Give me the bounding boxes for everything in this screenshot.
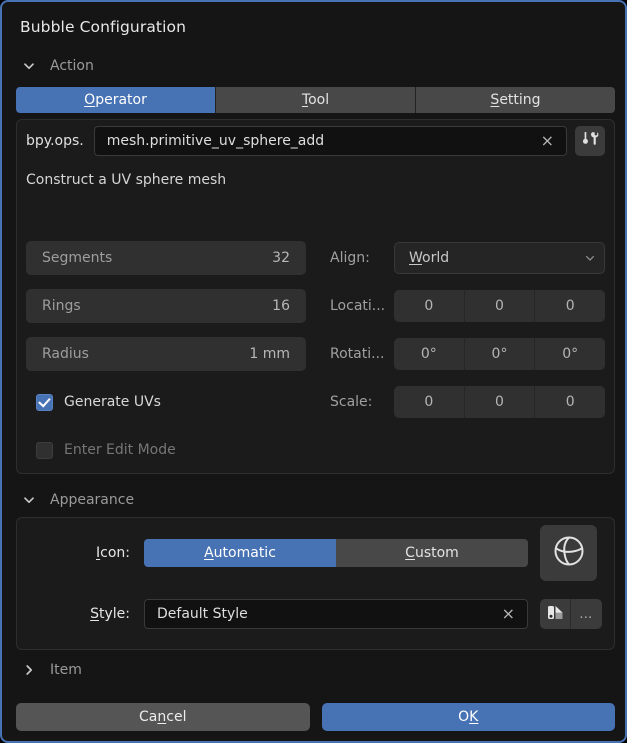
segments-slider[interactable]: Segments 32	[26, 241, 306, 275]
field-rotation: Rotati... 0° 0° 0°	[322, 330, 605, 378]
section-header-action-label: Action	[50, 58, 94, 74]
icon-label: Icon:	[96, 545, 130, 561]
rotation-triplet: 0° 0° 0°	[394, 338, 605, 370]
location-x[interactable]: 0	[394, 290, 465, 322]
field-align: Align: World	[322, 234, 605, 282]
tab-tool-label: Tool	[301, 92, 330, 108]
enter-edit-mode-checkbox-row[interactable]: Enter Edit Mode	[26, 433, 306, 467]
operator-name-value: mesh.primitive_uv_sphere_add	[106, 133, 325, 149]
generate-uvs-label: Generate UVs	[64, 394, 161, 410]
ok-button-label: OK	[458, 709, 479, 725]
field-generate-uvs: Generate UVs	[26, 378, 306, 426]
align-label: Align:	[330, 250, 370, 266]
icon-row: Icon: Automatic Custom	[26, 525, 605, 581]
operator-left-column: Segments 32 Rings 16 Radius 1 mm Generat…	[26, 234, 306, 474]
operator-tool-settings-button[interactable]	[575, 126, 605, 156]
field-rings: Rings 16	[26, 282, 306, 330]
generate-uvs-checkbox[interactable]	[36, 393, 53, 411]
chevron-down-icon	[16, 493, 42, 507]
scale-label: Scale:	[330, 394, 373, 410]
operator-right-column: Align: World Locati... 0 0 0 Rotati... 0…	[322, 234, 605, 426]
cancel-button-label: Cancel	[139, 709, 187, 725]
style-label: Style:	[90, 606, 130, 622]
cancel-button[interactable]: Cancel	[16, 703, 310, 731]
scale-z[interactable]: 0	[535, 386, 605, 418]
tab-operator-label: Operator	[84, 92, 147, 108]
section-header-appearance[interactable]: Appearance	[16, 489, 134, 511]
icon-mode-toggle: Automatic Custom	[144, 539, 528, 567]
icon-mode-custom[interactable]: Custom	[336, 539, 528, 567]
scale-x[interactable]: 0	[394, 386, 465, 418]
radius-slider[interactable]: Radius 1 mm	[26, 337, 306, 371]
generate-uvs-checkbox-row[interactable]: Generate UVs	[26, 385, 306, 419]
section-header-item-label: Item	[50, 662, 82, 678]
rotation-y[interactable]: 0°	[464, 338, 536, 370]
dialog-title: Bubble Configuration	[20, 18, 187, 36]
field-radius: Radius 1 mm	[26, 330, 306, 378]
field-location: Locati... 0 0 0	[322, 282, 605, 330]
radius-label: Radius	[42, 346, 89, 362]
rotation-z[interactable]: 0°	[535, 338, 605, 370]
style-input[interactable]: Default Style ×	[144, 599, 528, 629]
field-scale: Scale: 0 0 0	[322, 378, 605, 426]
operator-prefix-label: bpy.ops.	[26, 133, 84, 149]
chevron-down-icon	[16, 59, 42, 73]
rings-label: Rings	[42, 298, 81, 314]
location-y[interactable]: 0	[464, 290, 536, 322]
action-tab-row: Operator Tool Setting	[16, 87, 615, 113]
scale-triplet: 0 0 0	[394, 386, 605, 418]
style-more-button[interactable]: …	[571, 599, 602, 629]
icon-preview-button[interactable]	[540, 525, 597, 581]
screwdriver-wrench-icon	[581, 130, 599, 152]
tab-tool[interactable]: Tool	[216, 87, 416, 113]
radius-value: 1 mm	[249, 346, 290, 362]
clear-style-icon[interactable]: ×	[498, 606, 519, 622]
rotation-label: Rotati...	[330, 346, 385, 362]
icon-mode-automatic[interactable]: Automatic	[144, 539, 336, 567]
section-header-appearance-label: Appearance	[50, 492, 135, 508]
segments-value: 32	[272, 250, 290, 266]
location-label: Locati...	[330, 298, 386, 314]
dialog-button-row: Cancel OK	[16, 703, 615, 731]
uv-sphere-icon	[550, 532, 588, 574]
bubble-configuration-dialog: Bubble Configuration Action Operator Too…	[0, 0, 627, 743]
operator-path-row: bpy.ops. mesh.primitive_uv_sphere_add ×	[26, 125, 605, 157]
style-row: Style: Default Style × …	[26, 596, 605, 632]
tab-setting[interactable]: Setting	[416, 87, 615, 113]
style-swatch-button[interactable]	[540, 599, 571, 629]
enter-edit-mode-label: Enter Edit Mode	[64, 442, 176, 458]
rotation-x[interactable]: 0°	[394, 338, 465, 370]
location-triplet: 0 0 0	[394, 290, 605, 322]
operator-description: Construct a UV sphere mesh	[26, 172, 227, 188]
rings-value: 16	[272, 298, 290, 314]
style-value: Default Style	[157, 606, 248, 622]
field-enter-edit-mode: Enter Edit Mode	[26, 426, 306, 474]
tab-setting-label: Setting	[490, 92, 541, 108]
field-segments: Segments 32	[26, 234, 306, 282]
chevron-down-icon	[584, 249, 596, 268]
style-swatch-icon	[546, 603, 565, 626]
align-dropdown[interactable]: World	[394, 242, 605, 274]
segments-label: Segments	[42, 250, 113, 266]
align-value: World	[409, 250, 450, 266]
rings-slider[interactable]: Rings 16	[26, 289, 306, 323]
location-z[interactable]: 0	[535, 290, 605, 322]
scale-y[interactable]: 0	[464, 386, 536, 418]
style-buttons: …	[540, 599, 602, 629]
section-header-item[interactable]: Item	[16, 659, 82, 681]
ok-button[interactable]: OK	[321, 703, 615, 731]
icon-mode-automatic-label: Automatic	[204, 545, 276, 561]
enter-edit-mode-checkbox[interactable]	[36, 441, 53, 459]
section-header-action[interactable]: Action	[16, 55, 94, 77]
tab-operator[interactable]: Operator	[16, 87, 216, 113]
icon-mode-custom-label: Custom	[405, 545, 459, 561]
operator-name-input[interactable]: mesh.primitive_uv_sphere_add ×	[93, 126, 567, 156]
chevron-right-icon	[16, 663, 42, 677]
clear-operator-icon[interactable]: ×	[537, 133, 558, 149]
